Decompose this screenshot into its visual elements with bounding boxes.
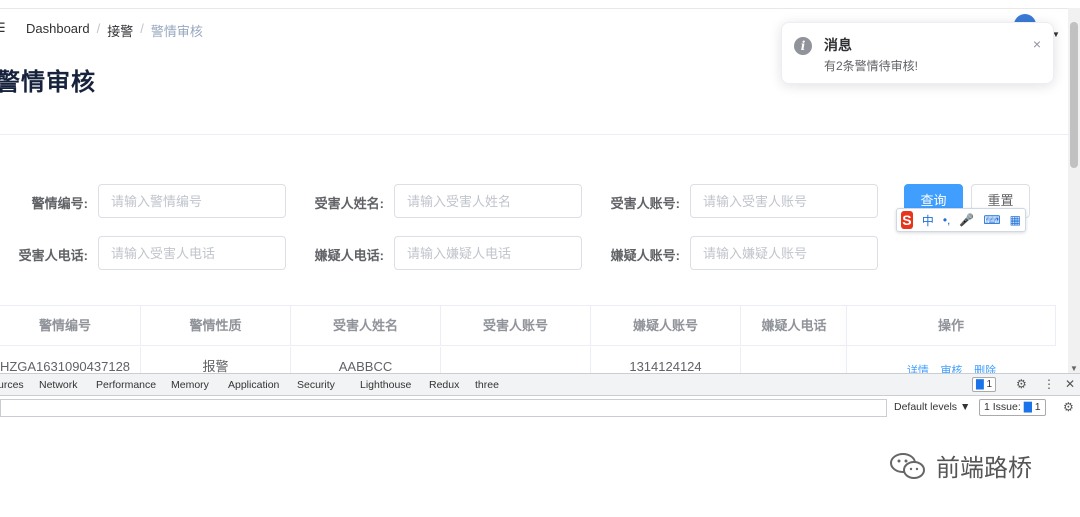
tab-application[interactable]: Application [228, 379, 279, 391]
ime-toolbar[interactable]: S 中 •, 🎤 ⌨ ▦ [896, 208, 1026, 232]
console-settings-gear-icon[interactable]: ⚙ [1063, 400, 1074, 414]
table-cell-victim-account [441, 347, 591, 373]
victim-account-input[interactable] [690, 184, 878, 218]
breadcrumb-dashboard[interactable]: Dashboard [26, 21, 90, 40]
table-header-victim-account: 受害人账号 [441, 306, 591, 346]
issues-badge-count: 1 [986, 379, 993, 390]
breadcrumb: Dashboard / 接警 / 警情审核 [26, 21, 203, 40]
notification-title: 消息 [824, 37, 852, 53]
info-icon: i [794, 37, 812, 55]
default-levels-dropdown[interactable]: Default levels ▼ [894, 401, 970, 413]
notification: i 消息 有2条警情待审核! × [781, 22, 1054, 84]
tab-network[interactable]: Network [39, 379, 78, 391]
table-header-suspect-phone: 嫌疑人电话 [741, 306, 847, 346]
more-vertical-icon[interactable]: ⋮ [1043, 377, 1055, 391]
vertical-scrollbar[interactable]: ▼ [1068, 8, 1080, 373]
watermark: 前端路桥 [888, 448, 1032, 483]
tab-lighthouse[interactable]: Lighthouse [360, 379, 411, 391]
tab-three[interactable]: three [475, 379, 499, 391]
table-header-suspect-account: 嫌疑人账号 [591, 306, 741, 346]
alarm-id-input[interactable] [98, 184, 286, 218]
table-header-actions: 操作 [847, 306, 1056, 346]
console-filter-input[interactable] [0, 399, 887, 417]
close-icon[interactable]: × [1033, 36, 1041, 52]
devtools-tabbar: urces Network Performance Memory Applica… [0, 374, 1080, 396]
table-header-nature: 警情性质 [141, 306, 291, 346]
issues-label: 1 Issue: [984, 401, 1021, 413]
ime-menu-icon[interactable]: ▦ [1010, 213, 1021, 227]
sogou-logo-icon[interactable]: S [901, 211, 913, 229]
ime-mode-toggle[interactable]: 中 [922, 212, 934, 229]
hamburger-icon[interactable]: ☰ [0, 20, 8, 35]
suspect-account-input[interactable] [690, 236, 878, 270]
tab-performance[interactable]: Performance [96, 379, 156, 391]
victim-phone-input[interactable] [98, 236, 286, 270]
notification-message: 有2条警情待审核! [824, 59, 919, 73]
ime-punct-toggle[interactable]: •, [943, 213, 951, 227]
issues-badge[interactable]: ▇ 1 [972, 377, 997, 392]
table-cell-alarm-id: HZGA1631090437128 [0, 347, 141, 373]
devtools-panel: urces Network Performance Memory Applica… [0, 373, 1080, 419]
tab-security[interactable]: Security [297, 379, 335, 391]
scrollbar-thumb[interactable] [1070, 22, 1078, 168]
wechat-icon [890, 452, 925, 479]
suspect-phone-label: 嫌疑人电话: [314, 248, 384, 263]
table-cell-victim-name: AABBCC [291, 347, 441, 373]
victim-name-input[interactable] [394, 184, 582, 218]
review-link[interactable]: 审核 [941, 365, 963, 373]
breadcrumb-current: 警情审核 [150, 24, 203, 39]
tab-redux[interactable]: Redux [429, 379, 459, 391]
fixed-column-divider [846, 306, 847, 373]
keyboard-icon[interactable]: ⌨ [983, 213, 1000, 227]
issues-count: 1 [1034, 401, 1041, 413]
scroll-down-arrow-icon[interactable]: ▼ [1070, 364, 1078, 373]
suspect-phone-input[interactable] [394, 236, 582, 270]
gear-icon[interactable]: ⚙ [1016, 377, 1027, 391]
breadcrumb-separator: / [140, 21, 144, 36]
tab-memory[interactable]: Memory [171, 379, 209, 391]
alarm-id-label: 警情编号: [31, 196, 88, 211]
table-header-alarm-id: 警情编号 [0, 306, 141, 346]
microphone-icon[interactable]: 🎤 [959, 213, 974, 227]
victim-account-label: 受害人账号: [610, 196, 680, 211]
delete-link[interactable]: 删除 [974, 365, 996, 373]
alarm-table: 警情编号 警情性质 受害人姓名 受害人账号 嫌疑人账号 嫌疑人电话 操作 HZG… [0, 305, 1056, 373]
table-cell-suspect-account: 1314124124 [591, 347, 741, 373]
tab-sources[interactable]: urces [0, 379, 24, 391]
suspect-account-label: 嫌疑人账号: [610, 248, 680, 263]
breadcrumb-jiejing[interactable]: 接警 [107, 21, 133, 40]
issues-button[interactable]: 1 Issue: ▇ 1 [979, 399, 1046, 416]
top-border [0, 8, 1068, 9]
victim-name-label: 受害人姓名: [314, 196, 384, 211]
message-icon: ▇ [976, 379, 984, 390]
app-window: ☰ Dashboard / 接警 / 警情审核 ▼ 警情审核 警情编号: 受害人… [0, 0, 1080, 373]
message-icon: ▇ [1023, 401, 1032, 413]
watermark-text: 前端路桥 [936, 455, 1032, 482]
detail-link[interactable]: 详情 [907, 365, 929, 373]
header-divider [0, 134, 1068, 135]
table-cell-actions: 详情 审核 删除 [847, 347, 1056, 373]
victim-phone-label: 受害人电话: [18, 248, 88, 263]
table-header-victim-name: 受害人姓名 [291, 306, 441, 346]
breadcrumb-separator: / [96, 21, 101, 36]
close-devtools-icon[interactable]: ✕ [1065, 377, 1075, 391]
table-cell-suspect-phone [741, 347, 847, 373]
table-cell-nature: 报警 [141, 347, 291, 373]
page-title: 警情审核 [0, 69, 96, 96]
